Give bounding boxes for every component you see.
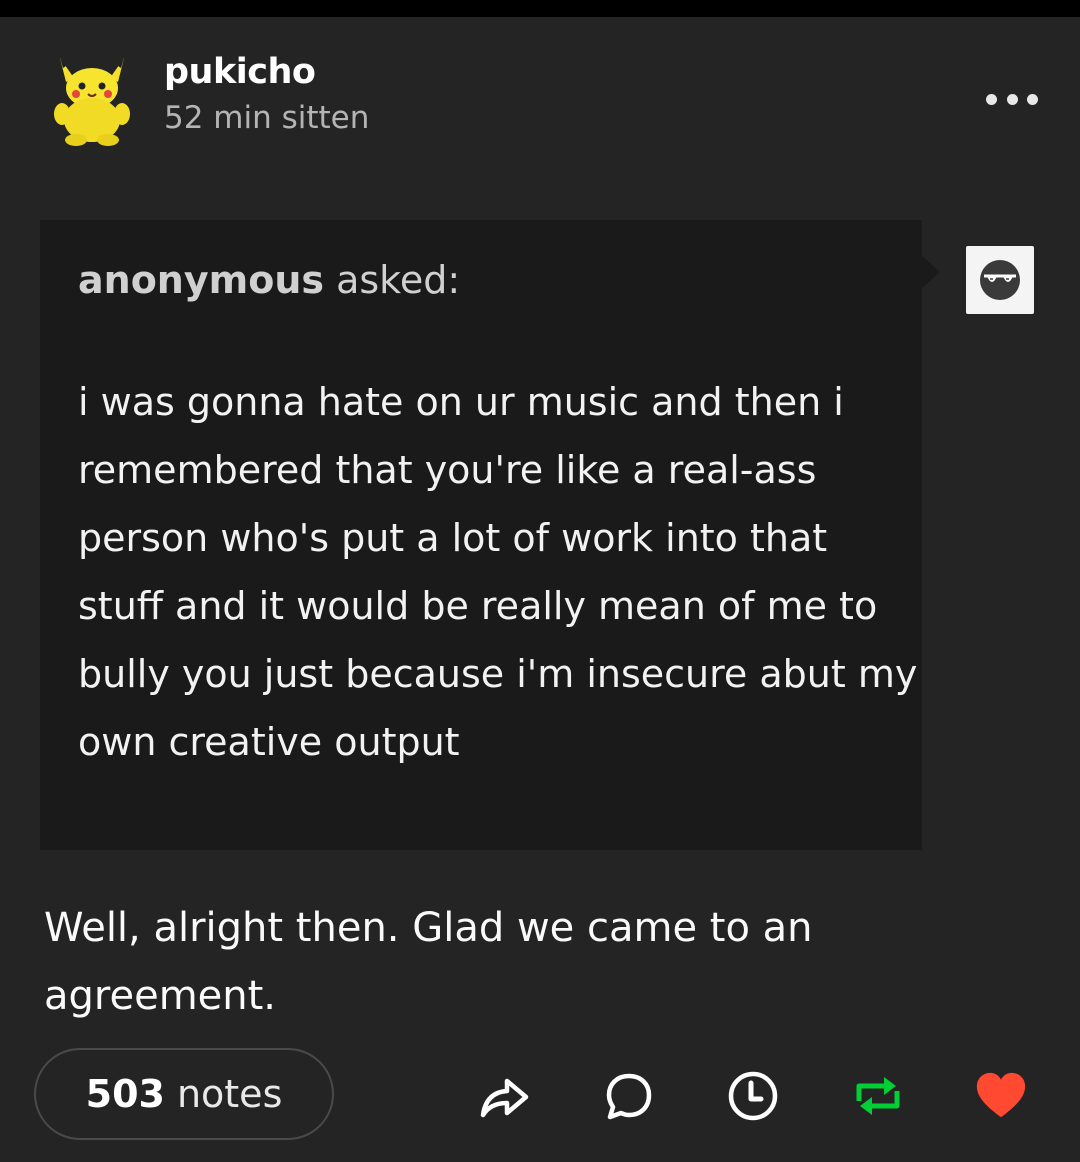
username[interactable]: pukicho	[164, 52, 316, 92]
speech-bubble-icon	[606, 1073, 652, 1120]
ask-question: i was gonna hate on ur music and then i …	[78, 380, 918, 764]
reply-button[interactable]	[601, 1068, 657, 1124]
asker-line: anonymous asked:	[78, 258, 460, 302]
notes-button[interactable]: 503 notes	[34, 1048, 334, 1140]
share-button[interactable]	[476, 1068, 532, 1124]
schedule-button[interactable]	[725, 1068, 781, 1124]
more-options-button[interactable]	[986, 86, 1038, 112]
heart-icon	[976, 1072, 1026, 1118]
avatar[interactable]	[50, 54, 134, 146]
asker-name[interactable]: anonymous	[78, 258, 324, 302]
answer-text: Well, alright then. Glad we came to an a…	[44, 905, 813, 1019]
notes-label: notes	[176, 1072, 283, 1116]
reblog-button[interactable]	[850, 1068, 906, 1124]
ask-pointer	[922, 256, 940, 288]
anonymous-avatar	[966, 246, 1034, 314]
like-button[interactable]	[973, 1068, 1029, 1124]
share-arrow-icon	[480, 1078, 529, 1118]
more-dots-icon	[986, 93, 997, 105]
clock-icon	[728, 1071, 778, 1121]
sunglasses-face-icon	[980, 260, 1020, 300]
more-dot	[1027, 93, 1038, 105]
asked-label: asked:	[336, 258, 461, 302]
pikachu-avatar-icon	[54, 58, 130, 146]
status-bar-edge	[0, 0, 1080, 17]
post-timestamp: 52 min sitten	[164, 100, 370, 136]
more-dot	[1006, 93, 1018, 105]
notes-count: 503	[85, 1072, 165, 1116]
reblog-icon	[856, 1077, 900, 1115]
